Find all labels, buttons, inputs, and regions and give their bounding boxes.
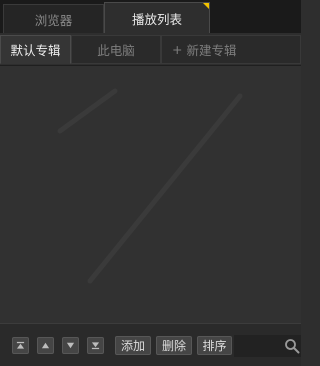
corner-marker-icon: [203, 3, 209, 9]
delete-button[interactable]: 删除: [156, 336, 192, 355]
new-album-button[interactable]: + 新建专辑: [161, 35, 301, 64]
tab-playlist-label: 播放列表: [131, 11, 182, 27]
add-button[interactable]: 添加: [115, 336, 151, 355]
search-box: [234, 335, 301, 357]
move-to-bottom-icon: [91, 342, 100, 350]
move-up-button[interactable]: [37, 337, 54, 354]
tab-this-pc[interactable]: 此电脑: [71, 35, 161, 64]
tab-browser-label: 浏览器: [34, 12, 73, 28]
add-button-label: 添加: [120, 339, 145, 353]
search-input[interactable]: [234, 335, 288, 357]
delete-button-label: 删除: [161, 339, 186, 353]
tab-default-album[interactable]: 默认专辑: [0, 35, 71, 64]
tab-this-pc-label: 此电脑: [97, 43, 135, 58]
search-icon[interactable]: [284, 338, 300, 354]
playlist-area[interactable]: [0, 66, 301, 323]
move-to-top-icon: [16, 341, 25, 349]
tab-playlist[interactable]: 播放列表: [104, 2, 210, 33]
sort-button-label: 排序: [202, 339, 227, 353]
playlist-toolbar: 添加 删除 排序: [0, 323, 301, 366]
move-down-button[interactable]: [62, 337, 79, 354]
watermark-logo-icon: [57, 88, 243, 284]
move-to-bottom-button[interactable]: [87, 337, 104, 354]
new-album-label: 新建专辑: [186, 43, 237, 58]
tab-browser[interactable]: 浏览器: [3, 4, 104, 33]
move-down-icon: [66, 342, 75, 349]
move-to-top-button[interactable]: [12, 337, 29, 354]
plus-icon: +: [172, 42, 183, 57]
album-tab-bar: 默认专辑 此电脑 + 新建专辑: [0, 33, 301, 66]
tab-default-album-label: 默认专辑: [10, 43, 61, 58]
top-tab-bar: 浏览器 播放列表: [0, 0, 301, 33]
move-up-icon: [41, 342, 50, 349]
sort-button[interactable]: 排序: [197, 336, 232, 355]
